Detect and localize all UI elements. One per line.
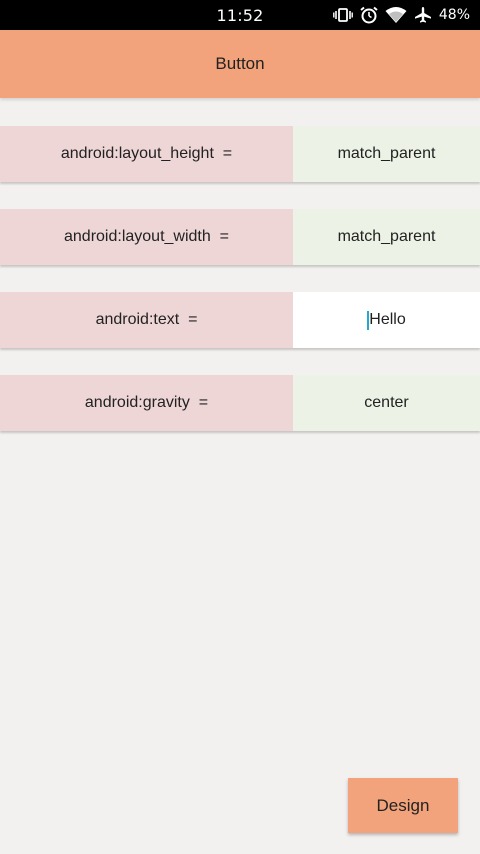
property-row-gravity: android:gravity = center: [0, 375, 480, 431]
property-value-input[interactable]: center: [293, 375, 480, 431]
property-label: android:text =: [0, 292, 293, 348]
alarm-icon: [359, 6, 379, 24]
app-bar: Button: [0, 30, 480, 98]
property-row-layout-height: android:layout_height = match_parent: [0, 126, 480, 182]
property-row-layout-width: android:layout_width = match_parent: [0, 209, 480, 265]
property-value-input-focused[interactable]: Hello: [293, 292, 480, 348]
status-icons: 48%: [332, 5, 470, 25]
airplane-icon: [413, 6, 433, 24]
vibrate-icon: [332, 7, 353, 23]
property-label: android:layout_width =: [0, 209, 293, 265]
wifi-icon: [385, 6, 407, 24]
design-button[interactable]: Design: [348, 778, 458, 833]
property-label: android:layout_height =: [0, 126, 293, 182]
battery-percent: 48%: [438, 7, 470, 23]
property-label: android:gravity =: [0, 375, 293, 431]
status-bar: 11:52 48%: [0, 0, 480, 30]
property-value-text: Hello: [369, 311, 406, 328]
property-value-input[interactable]: match_parent: [293, 209, 480, 265]
property-value-input[interactable]: match_parent: [293, 126, 480, 182]
page-title: Button: [215, 54, 265, 73]
property-row-text: android:text = Hello: [0, 292, 480, 348]
